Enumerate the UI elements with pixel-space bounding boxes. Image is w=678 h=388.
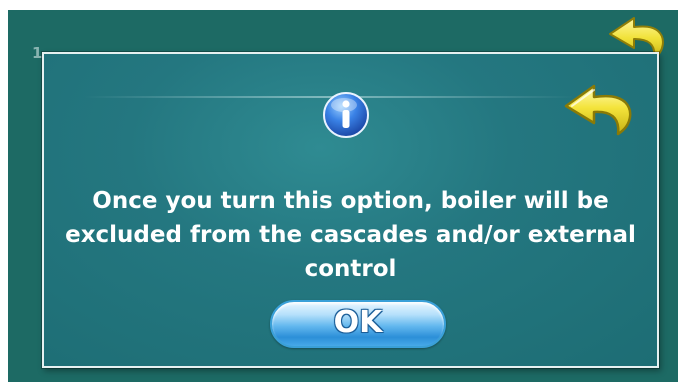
info-dialog: Once you turn this option, boiler will b… bbox=[42, 52, 659, 368]
screen-background: 1 ... bbox=[8, 10, 678, 382]
info-icon bbox=[323, 92, 369, 138]
dialog-message: Once you turn this option, boiler will b… bbox=[65, 188, 636, 282]
back-arrow-icon[interactable] bbox=[560, 80, 642, 146]
ok-button[interactable]: OK bbox=[270, 300, 446, 348]
